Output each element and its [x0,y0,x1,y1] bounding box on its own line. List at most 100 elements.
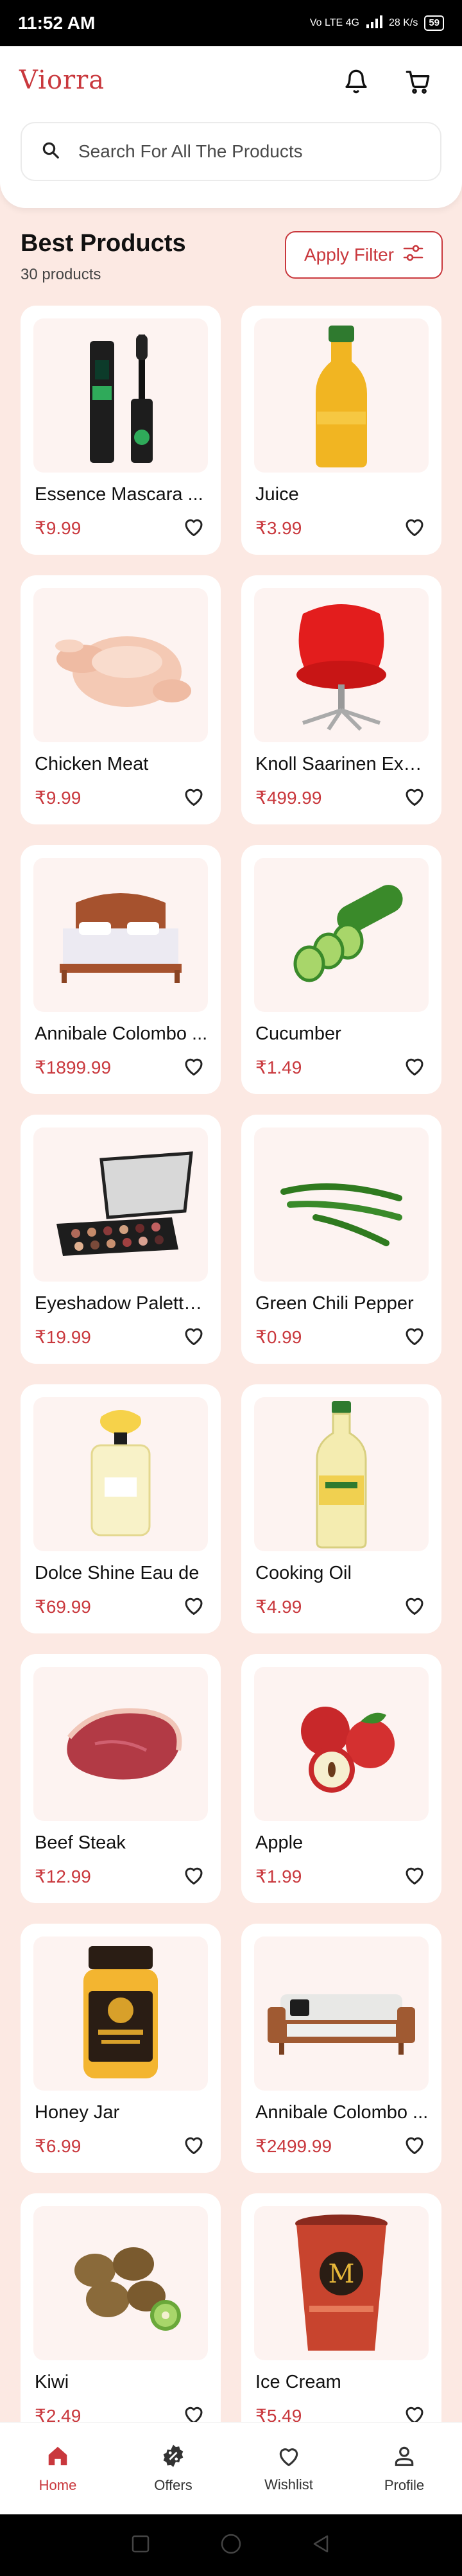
product-card[interactable]: Dolce Shine Eau de ₹69.99 [21,1384,221,1633]
product-card[interactable]: Annibale Colombo ... ₹2499.99 [241,1924,441,2173]
heart-icon [277,2444,301,2471]
product-name: Green Chili Pepper [255,1293,414,1314]
product-card[interactable]: M Ice Cream ₹5.49 [241,2193,441,2442]
heart-icon[interactable] [402,1323,427,1348]
status-time: 11:52 AM [18,13,96,33]
network-label: Vo LTE 4G [309,17,359,28]
heart-icon[interactable] [402,1053,427,1079]
product-price: ₹2499.99 [255,2136,332,2156]
search-icon [41,141,60,163]
oil-bottle-image [254,1397,429,1551]
product-price: ₹1.99 [255,1867,302,1886]
heart-icon[interactable] [181,1323,207,1348]
heart-icon[interactable] [181,1862,207,1888]
search-bar[interactable] [21,122,441,181]
home-icon [46,2444,70,2472]
chili-pepper-image [254,1127,429,1282]
heart-icon[interactable] [181,1592,207,1618]
nav-wishlist[interactable]: Wishlist [241,2444,337,2493]
heart-icon[interactable] [402,2132,427,2157]
product-count: 30 products [21,266,101,283]
heart-icon[interactable] [402,1862,427,1888]
signal-icon [366,15,382,31]
svg-text:M: M [329,2259,355,2289]
status-icons: Vo LTE 4G 28 K/s 59 [310,15,444,31]
heart-icon[interactable] [181,514,207,539]
product-card[interactable]: Kiwi ₹2.49 [21,2193,221,2442]
product-price: ₹499.99 [255,788,322,808]
mascara-image [33,318,208,473]
product-price: ₹1899.99 [35,1057,112,1077]
bottom-navigation: Home Offers Wishlist Profile [0,2422,462,2514]
product-name: Essence Mascara ... [35,484,203,505]
heart-icon[interactable] [402,1592,427,1618]
product-card[interactable]: Annibale Colombo ... ₹1899.99 [21,845,221,1094]
battery-icon: 59 [424,15,444,31]
product-card[interactable]: Apple ₹1.99 [241,1654,441,1903]
cart-icon[interactable] [402,65,434,98]
section-title: Best Products [21,230,186,257]
product-name: Beef Steak [35,1832,126,1853]
ice-cream-image: M [254,2206,429,2360]
product-name: Annibale Colombo ... [255,2102,429,2123]
nav-label: Wishlist [264,2476,313,2493]
product-name: Kiwi [35,2372,69,2392]
product-card[interactable]: Chicken Meat ₹9.99 [21,575,221,824]
header: Viorra [0,46,462,208]
apply-filter-button[interactable]: Apply Filter [285,231,443,279]
nav-home[interactable]: Home [10,2444,106,2494]
product-card[interactable]: Knoll Saarinen Exe... ₹499.99 [241,575,441,824]
product-name: Cooking Oil [255,1563,352,1583]
product-card[interactable]: Cooking Oil ₹4.99 [241,1384,441,1633]
product-card[interactable]: Cucumber ₹1.49 [241,845,441,1094]
recents-icon[interactable] [131,2534,150,2557]
product-name: Ice Cream [255,2372,341,2392]
nav-label: Home [38,2476,77,2493]
heart-icon[interactable] [181,1053,207,1079]
product-price: ₹6.99 [35,2136,81,2156]
nav-offers[interactable]: Offers [125,2444,221,2494]
chicken-image [33,588,208,742]
product-name: Dolce Shine Eau de [35,1563,200,1583]
product-price: ₹4.99 [255,1597,302,1617]
product-card[interactable]: Essence Mascara ... ₹9.99 [21,306,221,555]
perfume-image [33,1397,208,1551]
product-card[interactable]: Beef Steak ₹12.99 [21,1654,221,1903]
system-navigation-bar [0,2514,462,2576]
nav-profile[interactable]: Profile [356,2444,452,2494]
bell-icon[interactable] [340,65,372,98]
product-price: ₹19.99 [35,1327,91,1347]
red-chair-image [254,588,429,742]
product-name: Annibale Colombo ... [35,1023,208,1044]
product-price: ₹1.49 [255,1057,302,1077]
app-logo: Viorra [19,65,105,95]
product-card[interactable]: Juice ₹3.99 [241,306,441,555]
heart-icon[interactable] [402,514,427,539]
heart-icon[interactable] [181,2132,207,2157]
bed-image [33,858,208,1012]
product-name: Juice [255,484,299,505]
filter-sliders-icon [403,243,424,267]
product-price: ₹9.99 [35,518,81,538]
product-grid: Essence Mascara ... ₹9.99 Juice ₹3.99 Ch… [21,306,441,2442]
product-price: ₹9.99 [35,788,81,808]
product-price: ₹69.99 [35,1597,91,1617]
juice-bottle-image [254,318,429,473]
back-icon[interactable] [312,2534,331,2557]
filter-label: Apply Filter [304,245,395,265]
product-card[interactable]: Honey Jar ₹6.99 [21,1924,221,2173]
product-name: Chicken Meat [35,754,149,774]
heart-icon[interactable] [181,783,207,809]
home-button-icon[interactable] [220,2533,242,2558]
apple-image [254,1667,429,1821]
product-card[interactable]: Eyeshadow Palette... ₹19.99 [21,1115,221,1364]
product-name: Apple [255,1832,304,1853]
heart-icon[interactable] [402,783,427,809]
profile-icon [392,2444,416,2472]
product-card[interactable]: Green Chili Pepper ₹0.99 [241,1115,441,1364]
search-input[interactable] [78,141,412,162]
product-name: Cucumber [255,1023,341,1044]
product-price: ₹0.99 [255,1327,302,1347]
nav-label: Offers [154,2476,193,2493]
offers-icon [161,2444,185,2472]
